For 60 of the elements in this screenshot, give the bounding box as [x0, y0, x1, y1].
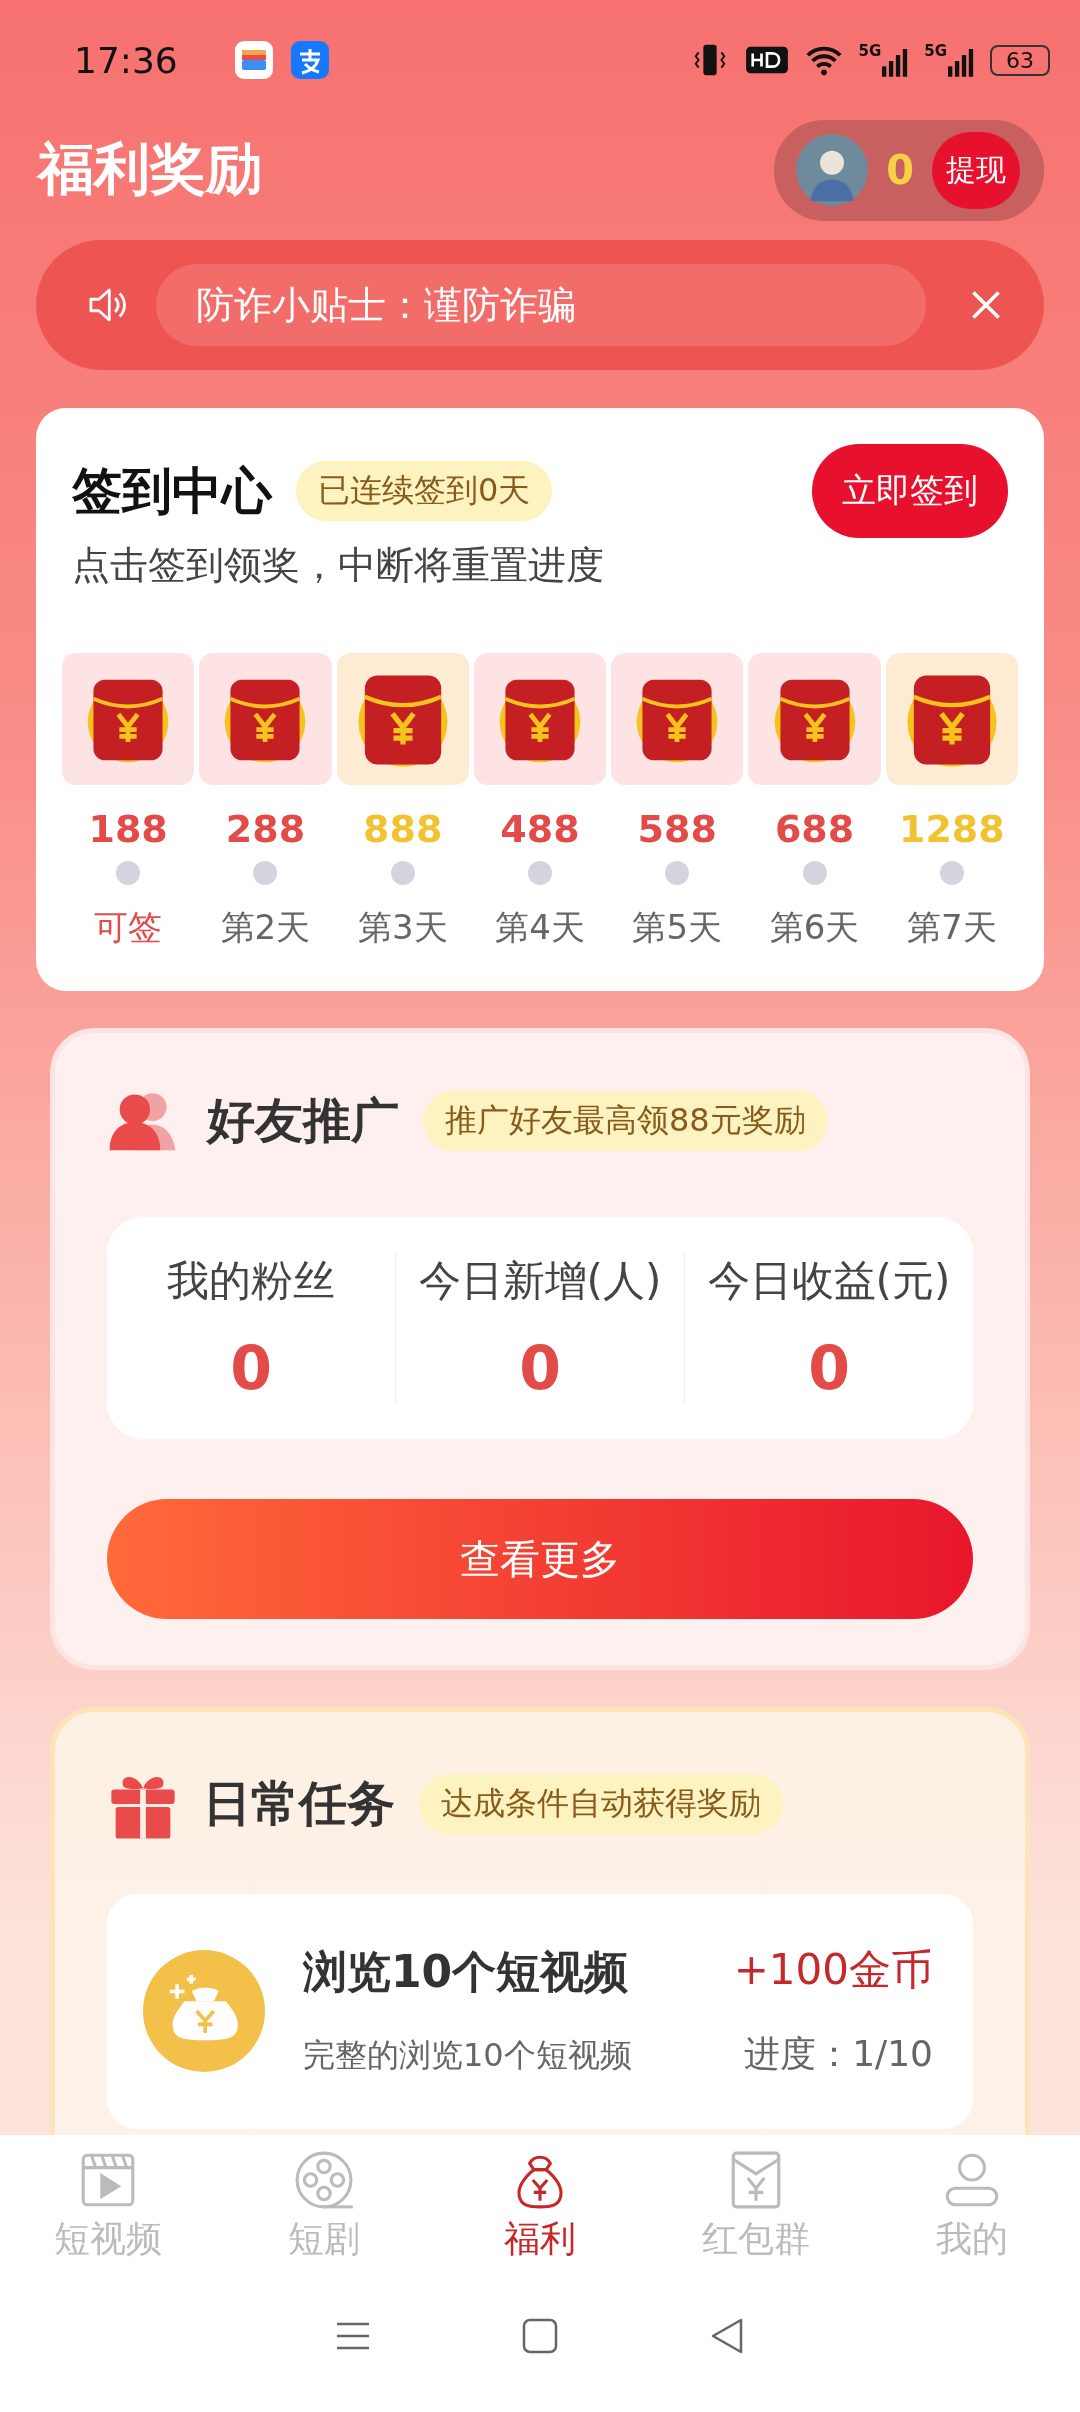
card-subtitle: 点击签到领奖，中断将重置进度 [71, 542, 605, 589]
home-icon[interactable] [520, 2316, 560, 2356]
stat-value: 0 [808, 1333, 850, 1403]
day-label: 第3天 [357, 906, 448, 949]
day-label: 第4天 [495, 906, 585, 949]
coin-count: 0 [886, 147, 914, 193]
progress-dot [802, 861, 827, 885]
battery-indicator: 63 [990, 44, 1050, 76]
task-description: 完整的浏览10个短视频 [303, 2035, 633, 2076]
section-title: 好友推广 [207, 1091, 399, 1150]
film-reel-icon [293, 2149, 355, 2211]
reward-amount: 588 [637, 807, 717, 851]
task-title: 浏览10个短视频 [303, 1945, 630, 1999]
status-time: 17:36 [74, 39, 178, 81]
task-reward: +100金币 [733, 1944, 933, 1996]
nav-tab[interactable]: 短剧 [216, 2149, 432, 2264]
wallet-icon [233, 40, 274, 80]
promotion-badge: 推广好友最高领88元奖励 [423, 1091, 828, 1151]
network-type: 5G [924, 42, 947, 60]
day-label: 可签 [94, 906, 163, 949]
stat-label: 今日新增(人) [418, 1255, 662, 1307]
reward-amount: 288 [225, 807, 306, 851]
reward-amount: 888 [363, 807, 443, 851]
nav-tab[interactable]: 红包群 [648, 2149, 864, 2264]
day-label: 第5天 [632, 906, 723, 949]
day-label: 第2天 [220, 906, 311, 949]
streak-badge: 已连续签到0天 [296, 461, 553, 521]
day-label: 第7天 [907, 906, 997, 949]
stat-label: 今日收益(元) [707, 1255, 951, 1307]
reward-amount: 188 [88, 807, 168, 851]
notice-text: 防诈小贴士：谨防诈骗 [156, 264, 926, 346]
nav-tab[interactable]: 福利 [432, 2149, 648, 2264]
stat-value: 0 [519, 1333, 561, 1403]
reward-amount: 1288 [898, 807, 1005, 851]
stat-value: 0 [230, 1333, 272, 1403]
reward-amount: 488 [500, 807, 580, 851]
progress-dot [253, 861, 278, 885]
network-type: 5G [858, 42, 882, 60]
progress-dot [116, 861, 141, 885]
withdraw-button[interactable]: 提现 [932, 131, 1020, 209]
tasks-badge: 达成条件自动获得奖励 [419, 1774, 783, 1834]
card-title: 签到中心 [72, 460, 272, 522]
app-icon [289, 40, 330, 80]
progress-dot [528, 861, 552, 885]
progress-dot [665, 861, 690, 885]
signal-icon [948, 46, 974, 78]
day-label: 第6天 [769, 906, 860, 949]
money-bag-icon [143, 1949, 265, 2072]
nav-tab[interactable]: 我的 [864, 2149, 1080, 2264]
view-more-button[interactable]: 查看更多 [107, 1499, 973, 1619]
checkin-button[interactable]: 立即签到 [812, 444, 1008, 538]
reward-amount: 688 [774, 807, 855, 851]
nav-tab[interactable]: 短视频 [0, 2149, 216, 2264]
signal-icon [882, 46, 909, 78]
section-title: 日常任务 [203, 1774, 395, 1833]
avatar[interactable] [796, 134, 869, 206]
progress-dot [939, 861, 964, 885]
page-title: 福利奖励 [38, 135, 262, 203]
stat-label: 我的粉丝 [167, 1255, 335, 1307]
progress-dot [390, 861, 415, 885]
